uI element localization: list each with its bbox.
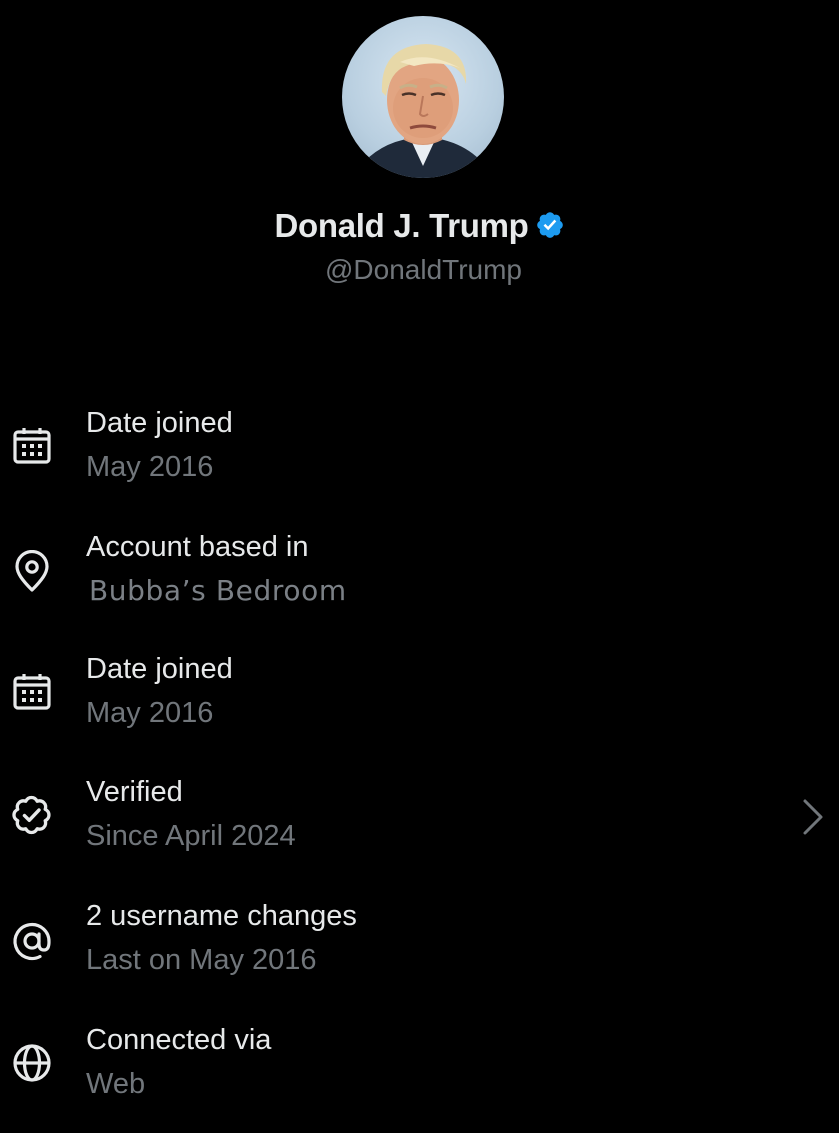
- verified-check-icon: [10, 793, 54, 837]
- row-value: Last on May 2016: [86, 944, 317, 976]
- row-value: May 2016: [86, 697, 214, 729]
- at-sign-icon: [10, 919, 54, 963]
- verified-badge-icon[interactable]: [535, 210, 565, 240]
- display-name: Donald J. Trump: [274, 207, 529, 244]
- row-title: Connected via: [86, 1024, 272, 1056]
- profile-photo: [352, 44, 494, 178]
- chevron-right-icon[interactable]: [799, 795, 827, 839]
- row-title: Account based in: [86, 531, 309, 563]
- location-pin-icon: [10, 550, 54, 594]
- row-title: Date joined: [86, 653, 233, 685]
- row-value: Web: [86, 1068, 146, 1100]
- about-row-connected-via: Connected via Web: [0, 1019, 839, 1119]
- about-row-account-based-in: Account based in Bubba’s Bedroom: [0, 526, 839, 626]
- about-row-username-changes: 2 username changes Last on May 2016: [0, 895, 839, 995]
- row-value: May 2016: [86, 451, 214, 483]
- profile-name-row: Donald J. Trump: [0, 204, 839, 248]
- about-row-date-joined: Date joined May 2016: [0, 402, 839, 502]
- profile-handle: @DonaldTrump: [324, 254, 522, 285]
- about-row-date-joined-2: Date joined May 2016: [0, 648, 839, 748]
- row-title: Verified: [86, 776, 183, 808]
- calendar-icon: [10, 424, 54, 468]
- row-value: Since April 2024: [86, 820, 296, 852]
- calendar-icon: [10, 670, 54, 714]
- row-title: 2 username changes: [86, 900, 357, 932]
- row-title: Date joined: [86, 407, 233, 439]
- row-value: Bubba’s Bedroom: [89, 574, 347, 607]
- globe-icon: [10, 1041, 54, 1085]
- avatar[interactable]: [342, 16, 504, 178]
- about-row-verified[interactable]: Verified Since April 2024: [0, 771, 839, 871]
